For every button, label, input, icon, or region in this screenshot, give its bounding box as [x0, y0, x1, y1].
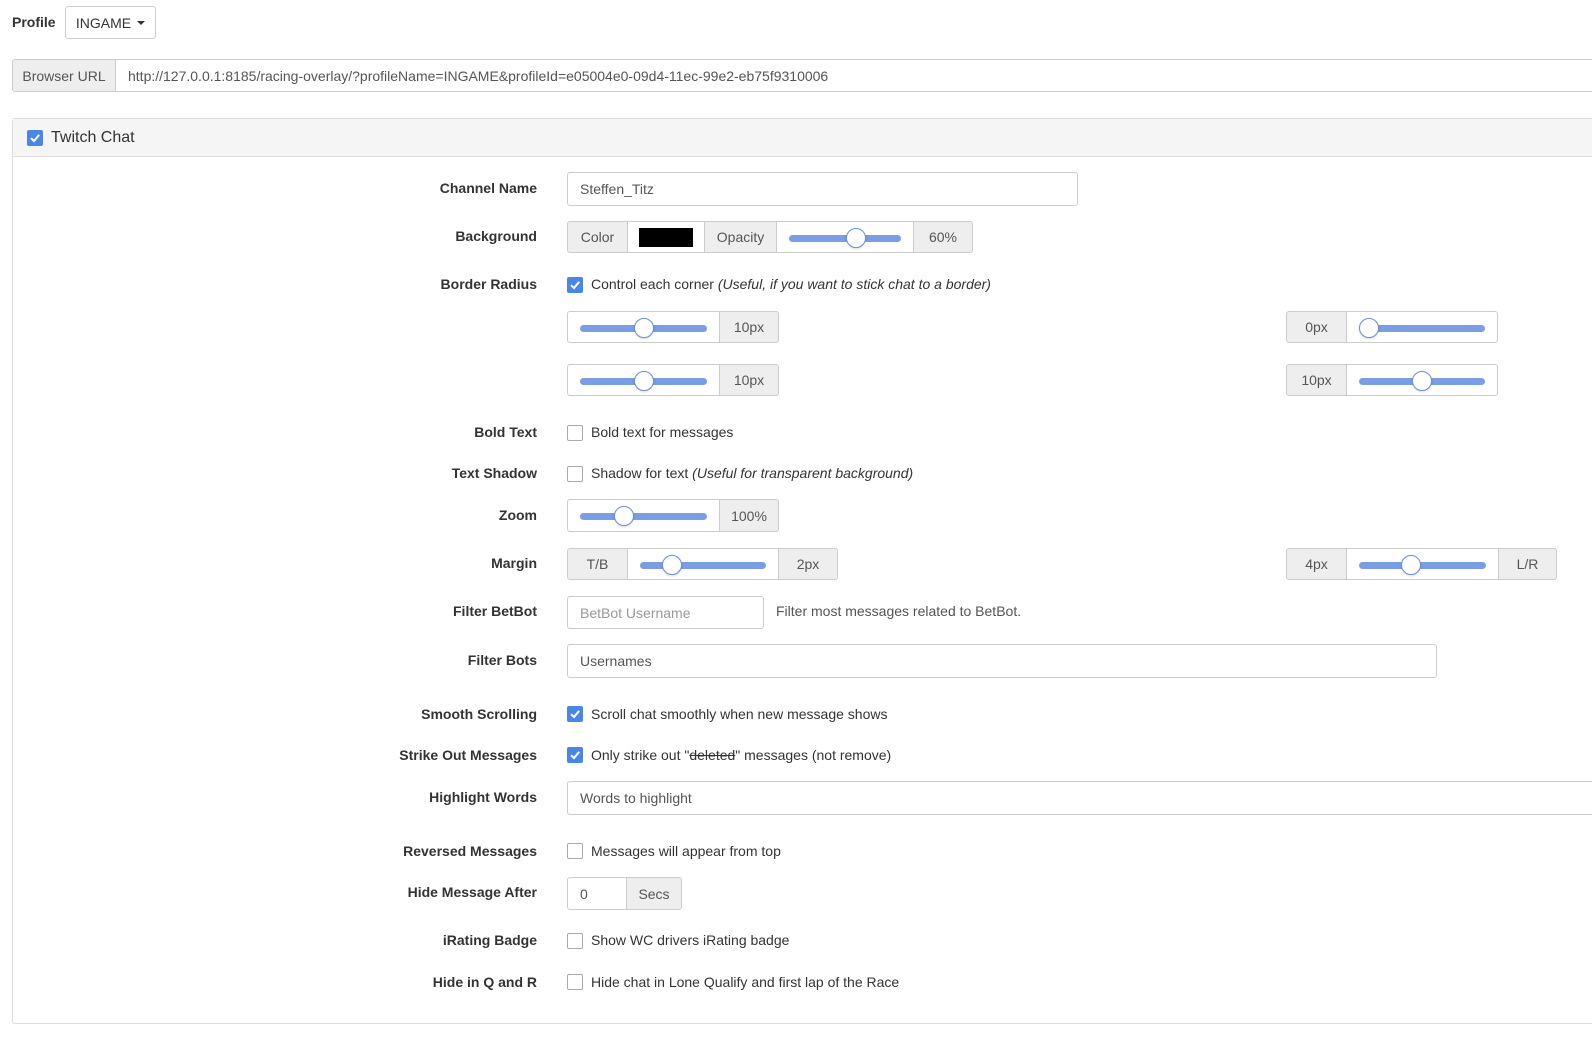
hide-qr-checkbox-label: Hide chat in Lone Qualify and first lap … — [591, 974, 900, 990]
opacity-value: 60% — [913, 221, 973, 253]
check-icon — [570, 281, 580, 290]
color-swatch — [639, 228, 693, 247]
hide-after-input[interactable]: 0 — [567, 877, 627, 910]
opacity-slider[interactable] — [789, 228, 901, 248]
radius-top-left-thumb[interactable] — [633, 318, 654, 338]
betbot-username-input[interactable]: BetBot Username — [567, 596, 764, 629]
caret-down-icon — [137, 20, 146, 25]
filter-betbot-label: Filter BetBot — [453, 603, 537, 619]
opacity-slider-box — [776, 221, 914, 253]
panel-heading — [13, 119, 1592, 157]
text-shadow-checkbox[interactable] — [567, 466, 583, 482]
margin-lr-value: 4px — [1286, 548, 1347, 580]
strike-out-checkbox-label: Only strike out "deleted" messages (not … — [591, 747, 892, 763]
smooth-scrolling-checkbox[interactable] — [567, 706, 583, 722]
radius-top-right-box — [1346, 311, 1498, 343]
highlight-words-label: Highlight Words — [429, 789, 537, 805]
margin-tb-thumb[interactable] — [661, 555, 682, 575]
radius-bottom-right-thumb[interactable] — [1412, 371, 1432, 391]
browser-url-input[interactable]: http://127.0.0.1:8185/racing-overlay/?pr… — [115, 59, 1592, 92]
margin-lr-box — [1346, 548, 1499, 580]
profile-dropdown[interactable]: INGAME — [65, 6, 156, 39]
panel-title: Twitch Chat — [51, 129, 135, 146]
margin-tb-box — [627, 548, 779, 580]
bold-text-checkbox-label: Bold text for messages — [591, 424, 734, 440]
twitch-chat-enable-checkbox[interactable] — [27, 130, 43, 146]
margin-tb-value: 2px — [778, 548, 838, 580]
zoom-slider[interactable] — [580, 506, 707, 526]
radius-top-right-thumb[interactable] — [1359, 318, 1380, 338]
strike-out-checkbox[interactable] — [567, 747, 583, 763]
profile-label: Profile — [12, 14, 56, 30]
bold-text-label: Bold Text — [474, 424, 537, 440]
hide-qr-label: Hide in Q and R — [432, 974, 537, 990]
bold-text-checkbox[interactable] — [567, 425, 583, 441]
radius-top-left-box — [567, 311, 720, 343]
irating-badge-label: iRating Badge — [442, 932, 537, 948]
color-picker[interactable] — [627, 221, 705, 253]
smooth-scrolling-checkbox-label: Scroll chat smoothly when new message sh… — [591, 706, 888, 722]
margin-tb-slider[interactable] — [640, 555, 766, 575]
margin-tb-addon: T/B — [567, 548, 628, 580]
smooth-scrolling-label: Smooth Scrolling — [421, 706, 537, 722]
check-icon — [570, 710, 580, 719]
filter-betbot-help: Filter most messages related to BetBot. — [776, 603, 1022, 619]
hide-qr-checkbox[interactable] — [567, 974, 583, 990]
radius-top-right-slider[interactable] — [1359, 318, 1485, 338]
zoom-value: 100% — [719, 499, 779, 532]
highlight-words-input[interactable]: Words to highlight — [567, 781, 1592, 815]
radius-bottom-left-box — [567, 364, 720, 396]
filter-bots-label: Filter Bots — [467, 652, 537, 668]
channel-name-label: Channel Name — [439, 180, 537, 196]
reversed-messages-checkbox-label: Messages will appear from top — [591, 843, 781, 859]
hide-after-unit: Secs — [626, 877, 682, 910]
hide-after-label: Hide Message After — [407, 884, 537, 900]
background-label: Background — [455, 228, 537, 244]
opacity-addon: Opacity — [704, 221, 777, 253]
channel-name-input[interactable]: Steffen_Titz — [567, 172, 1078, 206]
reversed-messages-checkbox[interactable] — [567, 843, 583, 859]
check-icon — [570, 751, 580, 760]
filter-bots-input[interactable]: Usernames — [567, 644, 1437, 678]
border-radius-checkbox-label: Control each corner (Useful, if you want… — [591, 276, 991, 292]
check-icon — [30, 134, 40, 143]
margin-lr-thumb[interactable] — [1401, 555, 1422, 575]
radius-top-left-value: 10px — [719, 311, 779, 343]
browser-url-label: Browser URL — [12, 59, 116, 92]
radius-top-left-slider[interactable] — [580, 318, 707, 338]
radius-bottom-right-slider[interactable] — [1359, 371, 1485, 391]
opacity-slider-thumb[interactable] — [846, 228, 867, 248]
irating-badge-checkbox[interactable] — [567, 933, 583, 949]
zoom-slider-thumb[interactable] — [614, 506, 635, 526]
zoom-label: Zoom — [498, 507, 537, 523]
margin-lr-slider[interactable] — [1359, 555, 1486, 575]
radius-bottom-left-slider[interactable] — [580, 371, 707, 391]
irating-badge-checkbox-label: Show WC drivers iRating badge — [591, 932, 790, 948]
radius-bottom-left-thumb[interactable] — [633, 371, 654, 391]
border-radius-checkbox[interactable] — [567, 277, 583, 293]
radius-bottom-right-value: 10px — [1286, 364, 1347, 396]
zoom-box — [567, 499, 720, 532]
border-radius-label: Border Radius — [440, 276, 537, 292]
reversed-messages-label: Reversed Messages — [403, 843, 537, 859]
margin-label: Margin — [491, 555, 537, 571]
profile-dropdown-value: INGAME — [75, 14, 132, 31]
text-shadow-checkbox-label: Shadow for text (Useful for transparent … — [591, 465, 914, 481]
radius-top-right-value: 0px — [1286, 311, 1347, 343]
margin-lr-addon: L/R — [1498, 548, 1557, 580]
color-addon: Color — [567, 221, 628, 253]
text-shadow-label: Text Shadow — [451, 465, 537, 481]
strike-out-label: Strike Out Messages — [399, 747, 537, 763]
radius-bottom-right-box — [1346, 364, 1498, 396]
radius-bottom-left-value: 10px — [719, 364, 779, 396]
